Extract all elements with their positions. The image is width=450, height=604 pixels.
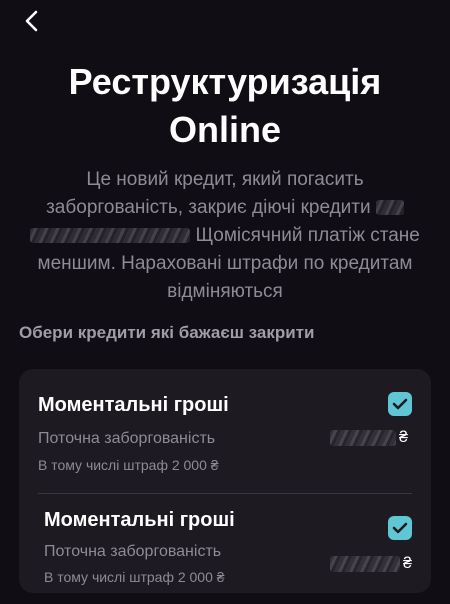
credit-item[interactable]: Моментальні гроші Поточна заборгованість… [19, 494, 431, 593]
redacted-text [30, 228, 191, 243]
credit-item[interactable]: Моментальні гроші Поточна заборгованість… [19, 369, 431, 493]
description-line4: меншим. Нараховані штрафи по кредитам [37, 253, 413, 274]
currency-symbol: ₴ [399, 429, 408, 446]
description-line2: заборгованість, закриє діючі кредити [46, 197, 371, 218]
back-button[interactable] [22, 9, 44, 33]
penalty-text: В тому числі штраф 2 000 ₴ [38, 457, 219, 473]
debt-amount: ₴ [330, 555, 412, 573]
credits-card: Моментальні гроші Поточна заборгованість… [19, 369, 431, 593]
section-label: Обери кредити які бажаєш закрити [19, 323, 315, 342]
currency-symbol: ₴ [403, 555, 412, 572]
page-title: Реструктуризація Online [0, 58, 450, 154]
page-title-line2: Online [168, 109, 281, 150]
chevron-left-icon [25, 10, 38, 32]
debt-label: Поточна заборгованість [38, 430, 216, 447]
checkmark-icon [392, 522, 408, 534]
debt-label: Поточна заборгованість [44, 543, 222, 560]
credit-checkbox[interactable] [388, 392, 412, 416]
description-line1: Це новий кредит, який погасить [86, 169, 364, 190]
redacted-amount [330, 430, 396, 446]
page-title-line1: Реструктуризація [68, 61, 382, 102]
credit-name: Моментальні гроші [38, 394, 229, 416]
credit-checkbox[interactable] [388, 516, 412, 540]
redacted-text [375, 200, 404, 215]
checkmark-icon [392, 398, 408, 410]
redacted-amount [330, 556, 400, 572]
description: Це новий кредит, який погасить заборгова… [14, 166, 436, 306]
debt-amount: ₴ [330, 429, 408, 447]
penalty-text: В тому числі штраф 2 000 ₴ [44, 569, 225, 585]
credit-name: Моментальні гроші [44, 509, 235, 531]
description-line5: відміняються [167, 281, 283, 302]
restructuring-screen: Реструктуризація Online Це новий кредит,… [0, 0, 450, 604]
description-line3: Щомісячний платіж стане [195, 225, 420, 246]
